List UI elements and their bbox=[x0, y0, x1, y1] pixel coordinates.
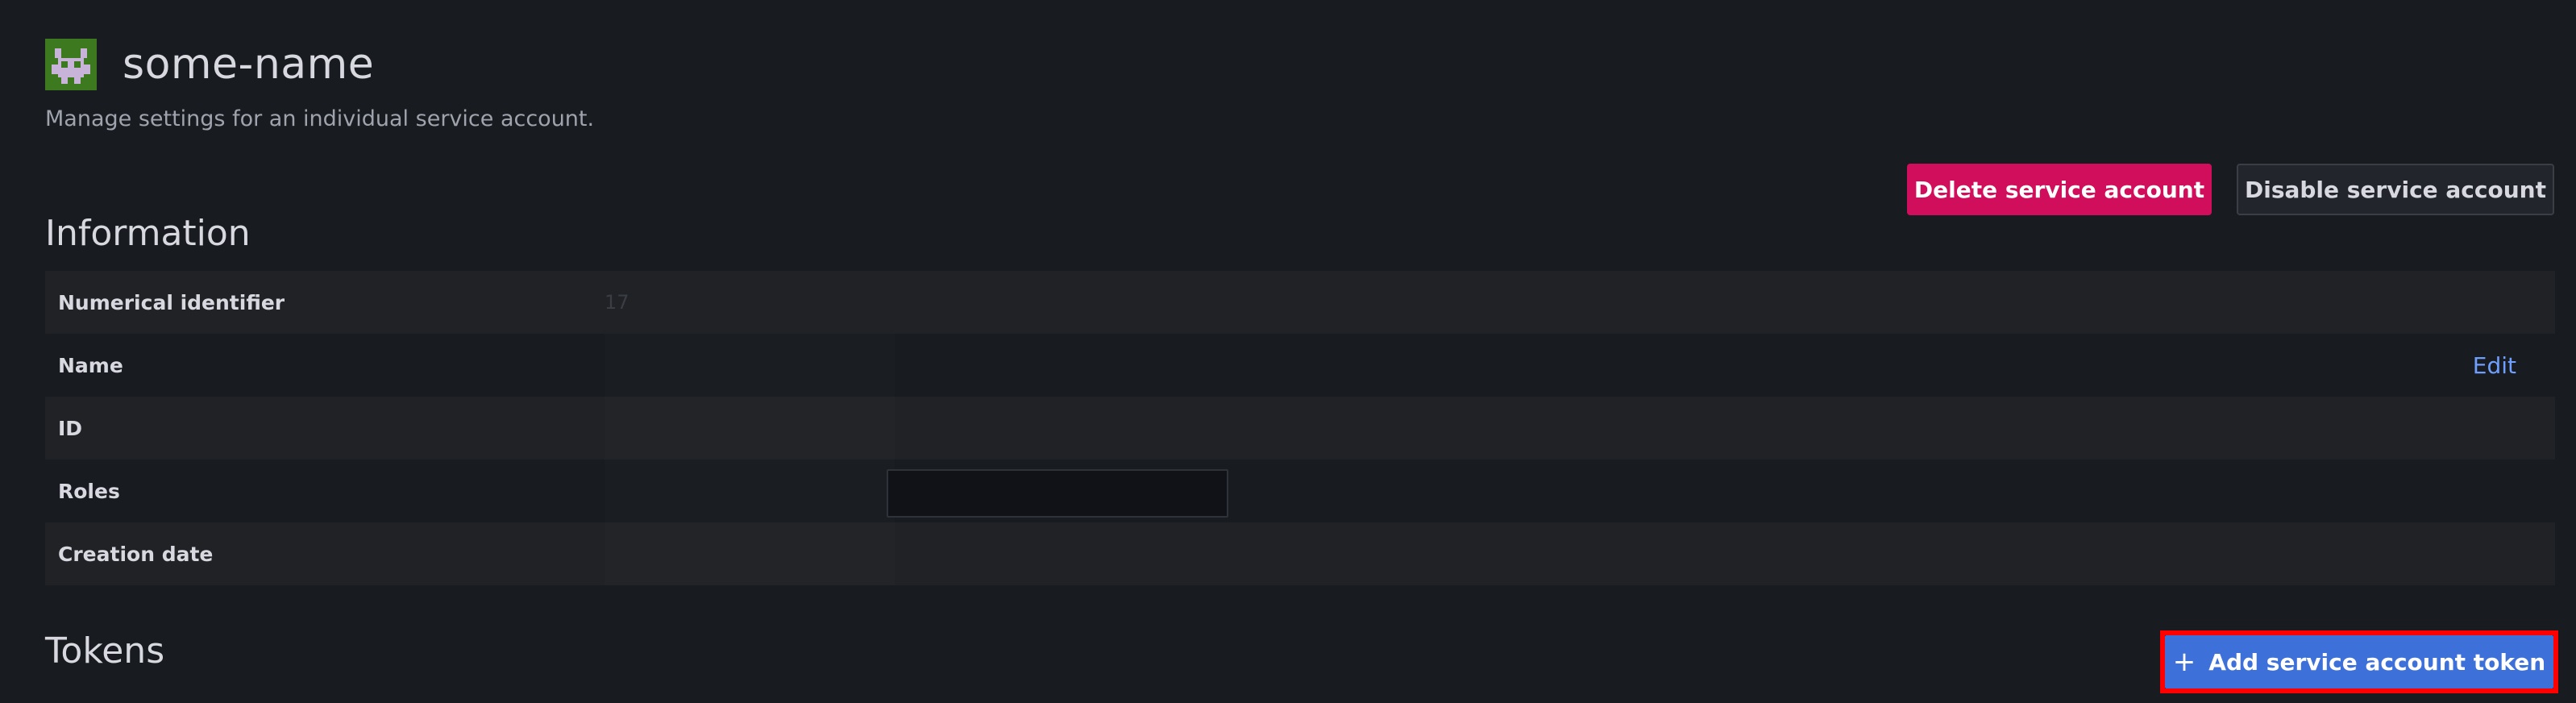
info-row-name: Name Edit bbox=[45, 334, 2555, 397]
row-label: Roles bbox=[58, 479, 120, 503]
row-label: ID bbox=[58, 416, 83, 440]
row-label: Name bbox=[58, 353, 123, 377]
row-label: Creation date bbox=[58, 542, 214, 566]
id-value bbox=[605, 397, 895, 460]
information-table: Numerical identifier 17 Name Edit ID Rol… bbox=[45, 271, 2555, 585]
service-account-page: some-name Manage settings for an individ… bbox=[0, 0, 2576, 703]
add-service-account-token-button[interactable]: + Add service account token bbox=[2165, 635, 2553, 688]
edit-name-button[interactable]: Edit bbox=[2473, 352, 2516, 379]
roles-select[interactable] bbox=[887, 469, 1228, 518]
page-title: some-name bbox=[123, 40, 375, 89]
disable-service-account-button[interactable]: Disable service account bbox=[2237, 164, 2554, 215]
name-value bbox=[605, 334, 895, 397]
add-token-label: Add service account token bbox=[2208, 648, 2546, 676]
service-account-avatar-icon bbox=[45, 39, 97, 90]
creation-date-value bbox=[605, 522, 895, 585]
plus-icon: + bbox=[2172, 646, 2196, 678]
delete-service-account-button[interactable]: Delete service account bbox=[1907, 164, 2212, 215]
info-row-id: ID bbox=[45, 397, 2555, 460]
info-row-roles: Roles bbox=[45, 460, 2555, 522]
info-row-numerical-identifier: Numerical identifier 17 bbox=[45, 271, 2555, 334]
info-row-creation-date: Creation date bbox=[45, 522, 2555, 585]
row-label: Numerical identifier bbox=[58, 290, 285, 314]
roles-value bbox=[605, 460, 895, 522]
page-subtitle: Manage settings for an individual servic… bbox=[45, 106, 595, 131]
tokens-heading: Tokens bbox=[45, 630, 165, 672]
page-header: some-name bbox=[45, 39, 374, 90]
information-heading: Information bbox=[45, 213, 251, 254]
numerical-identifier-value: 17 bbox=[605, 291, 629, 314]
